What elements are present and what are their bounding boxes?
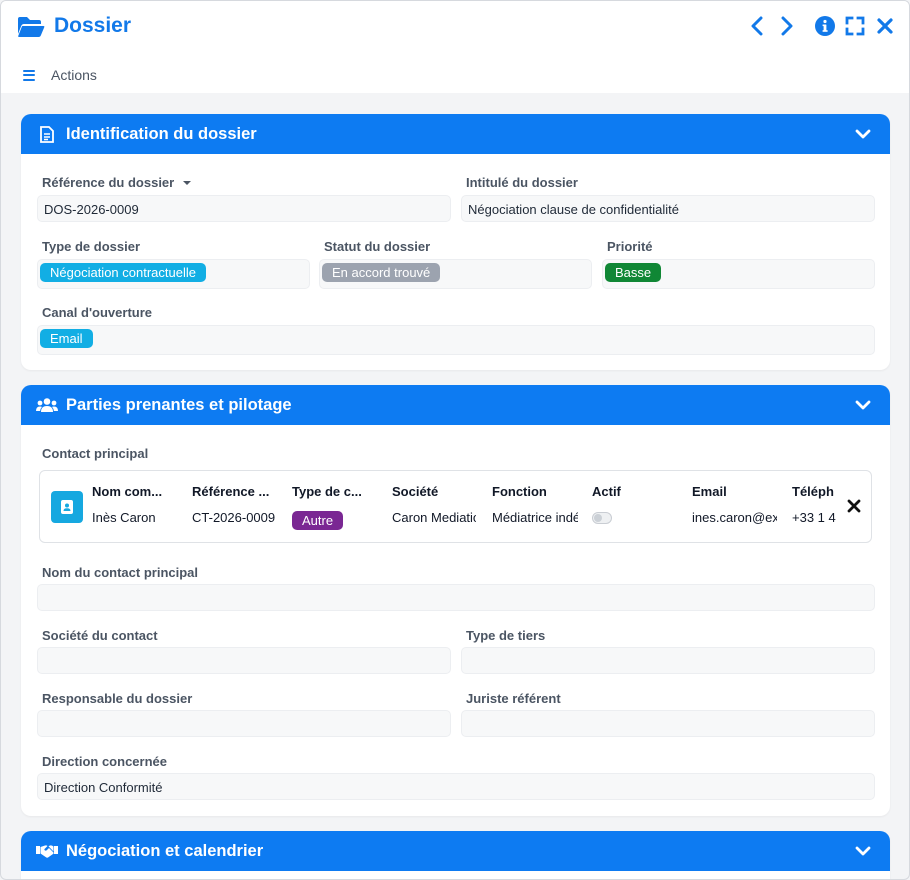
- contact-fonction: Médiatrice indépendante: [492, 510, 578, 525]
- intitule-label: Intitulé du dossier: [466, 175, 578, 190]
- actif-toggle[interactable]: [592, 512, 612, 524]
- info-icon: [815, 16, 835, 36]
- parties-panel-header[interactable]: Parties prenantes et pilotage: [21, 385, 890, 425]
- contact-principal-label: Contact principal: [42, 446, 149, 461]
- intitule-field[interactable]: Négociation clause de confidentialité: [461, 195, 875, 222]
- menu-icon: [23, 69, 35, 81]
- info-button[interactable]: [815, 15, 835, 37]
- contact-card-icon: [51, 491, 83, 523]
- column-header-reference: Référence ...: [192, 484, 270, 499]
- chevron-down-icon[interactable]: [855, 127, 871, 141]
- next-button[interactable]: [777, 15, 797, 37]
- contact-card[interactable]: Nom com... Référence ... Type de c... So…: [39, 470, 872, 543]
- reference-field[interactable]: DOS-2026-0009: [37, 195, 451, 222]
- juriste-field[interactable]: [461, 710, 875, 737]
- close-button[interactable]: [875, 15, 895, 37]
- priorite-field[interactable]: Basse: [602, 259, 875, 289]
- chevron-down-icon[interactable]: [855, 398, 871, 412]
- column-header-fonction: Fonction: [492, 484, 547, 499]
- maximize-button[interactable]: [845, 15, 865, 37]
- direction-field[interactable]: Direction Conformité: [37, 773, 875, 800]
- column-header-type: Type de c...: [292, 484, 362, 499]
- expand-icon: [845, 16, 865, 36]
- previous-button[interactable]: [747, 15, 767, 37]
- negociation-panel-header[interactable]: Négociation et calendrier: [21, 831, 890, 871]
- window-header: Dossier Actions: [1, 1, 909, 93]
- statut-chip: En accord trouvé: [322, 263, 441, 282]
- contact-type-chip: Autre: [292, 511, 344, 530]
- folder-open-icon: [18, 17, 45, 37]
- type-dossier-field[interactable]: Négociation contractuelle: [37, 259, 310, 289]
- societe-contact-label: Société du contact: [42, 628, 158, 643]
- column-header-actif: Actif: [592, 484, 621, 499]
- type-tiers-label: Type de tiers: [466, 628, 546, 643]
- caret-down-icon[interactable]: [182, 179, 192, 187]
- handshake-icon: [36, 842, 58, 860]
- dossier-window: Dossier Actions Identification du dossie…: [0, 0, 910, 880]
- actions-menu[interactable]: Actions: [23, 67, 97, 83]
- type-tiers-field[interactable]: [461, 647, 875, 674]
- canal-chip: Email: [40, 329, 93, 348]
- column-header-societe: Société: [392, 484, 439, 499]
- parties-panel-title: Parties prenantes et pilotage: [66, 395, 292, 414]
- priorite-label: Priorité: [607, 239, 653, 254]
- canal-field[interactable]: Email: [37, 325, 875, 355]
- responsable-field[interactable]: [37, 710, 451, 737]
- contact-telephone: +33 1 45: [792, 510, 836, 525]
- negociation-panel-title: Négociation et calendrier: [66, 841, 264, 860]
- identification-panel-title: Identification du dossier: [66, 124, 257, 143]
- identification-panel-header[interactable]: Identification du dossier: [21, 114, 890, 154]
- contact-email: ines.caron@exemple.fr: [692, 510, 777, 525]
- priorite-chip: Basse: [605, 263, 662, 282]
- negociation-panel: Négociation et calendrier: [21, 831, 890, 879]
- contact-nom: Inès Caron: [92, 510, 156, 525]
- statut-field[interactable]: En accord trouvé: [319, 259, 592, 289]
- column-header-telephone: Téléph: [792, 484, 834, 499]
- societe-contact-field[interactable]: [37, 647, 451, 674]
- chevron-left-icon: [751, 16, 763, 36]
- chevron-down-icon[interactable]: [855, 844, 871, 858]
- actions-label: Actions: [51, 67, 97, 83]
- column-header-nom: Nom com...: [92, 484, 163, 499]
- statut-label: Statut du dossier: [324, 239, 431, 254]
- direction-label: Direction concernée: [42, 754, 167, 769]
- contact-type: Autre: [292, 511, 344, 530]
- window-title: Dossier: [54, 14, 132, 37]
- responsable-label: Responsable du dossier: [42, 691, 193, 706]
- contact-reference: CT-2026-0009: [192, 510, 276, 525]
- contact-societe: Caron Mediation: [392, 510, 476, 525]
- remove-contact-icon[interactable]: [847, 499, 861, 513]
- reference-label: Référence du dossier: [42, 175, 192, 190]
- chevron-right-icon: [781, 16, 793, 36]
- type-dossier-label: Type de dossier: [42, 239, 141, 254]
- users-icon: [36, 396, 58, 414]
- contact-actif: [592, 512, 612, 524]
- nom-contact-label: Nom du contact principal: [42, 565, 199, 580]
- canal-label: Canal d'ouverture: [42, 305, 153, 320]
- identification-panel: Identification du dossier Référence du d…: [21, 114, 890, 370]
- close-icon: [877, 18, 893, 34]
- document-icon: [36, 125, 58, 143]
- nom-contact-field[interactable]: [37, 584, 875, 611]
- column-header-email: Email: [692, 484, 727, 499]
- juriste-label: Juriste référent: [466, 691, 561, 706]
- type-dossier-chip: Négociation contractuelle: [40, 263, 206, 282]
- parties-panel: Parties prenantes et pilotage Contact pr…: [21, 385, 890, 816]
